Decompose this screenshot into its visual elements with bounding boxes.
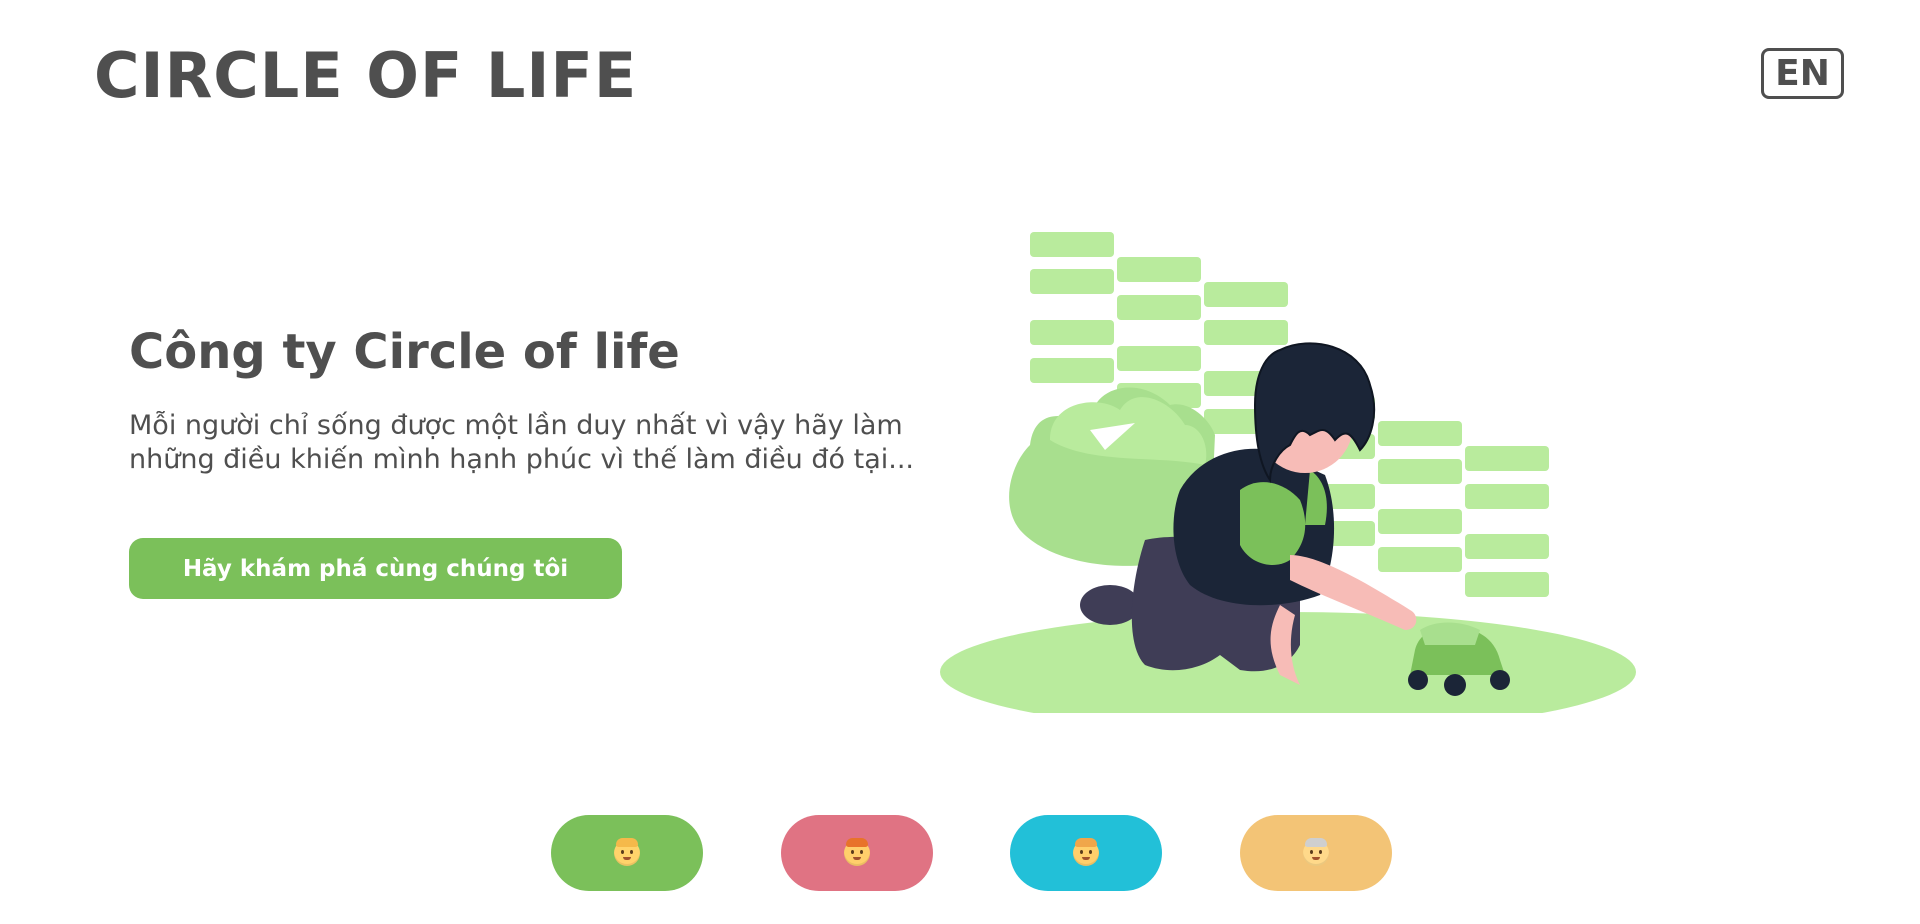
- baby-face-icon: [614, 838, 640, 866]
- hero-title: Công ty Circle of life: [129, 324, 680, 380]
- elder-stage-button[interactable]: [1240, 815, 1392, 891]
- baby-stage-button[interactable]: [551, 815, 703, 891]
- adult-face-icon: [1073, 838, 1099, 866]
- child-stage-button[interactable]: [781, 815, 933, 891]
- child-face-icon: [844, 838, 870, 866]
- explore-button[interactable]: Hãy khám phá cùng chúng tôi: [129, 538, 622, 599]
- child-playing-illustration: [940, 232, 1660, 725]
- adult-stage-button[interactable]: [1010, 815, 1162, 891]
- life-stage-selector: [0, 815, 1920, 891]
- hero-description: Mỗi người chỉ sống được một lần duy nhất…: [129, 410, 914, 475]
- language-button[interactable]: EN: [1761, 48, 1844, 99]
- elder-face-icon: [1303, 838, 1329, 866]
- brand-logo[interactable]: CIRCLE OF LIFE: [94, 38, 637, 114]
